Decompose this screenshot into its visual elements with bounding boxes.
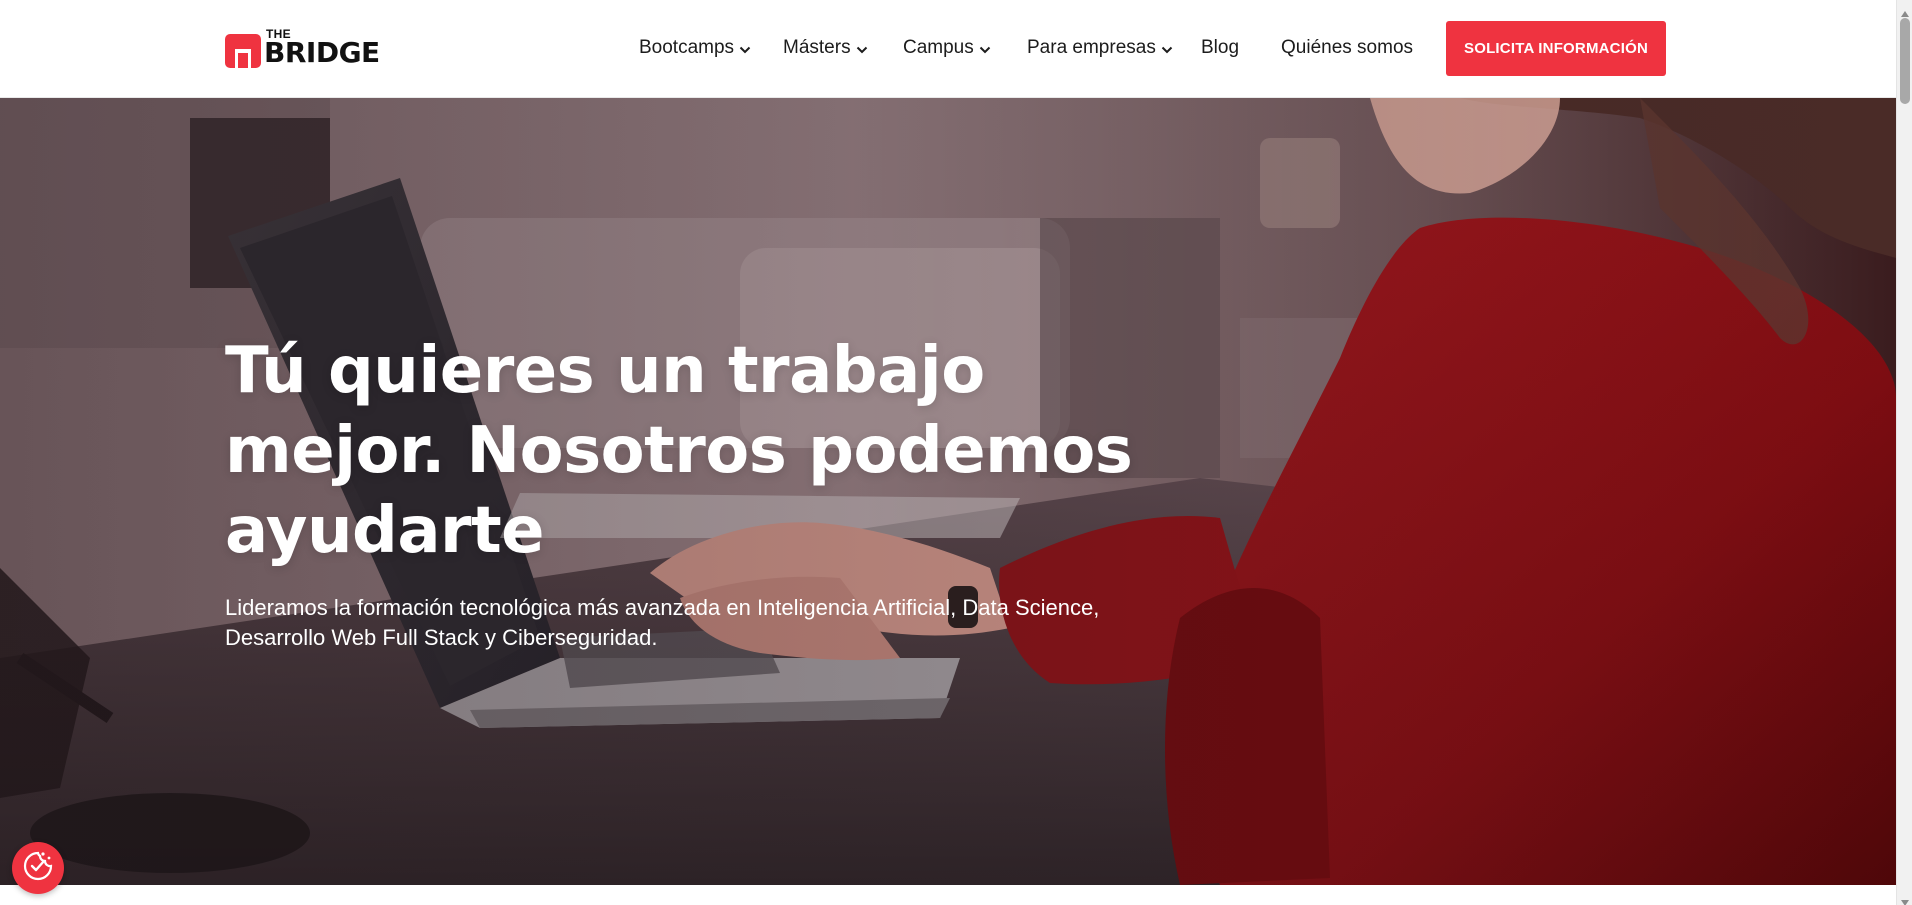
chevron-down-icon bbox=[1161, 38, 1173, 60]
nav-masters-label: Másters bbox=[783, 37, 851, 58]
nav-bootcamps-label: Bootcamps bbox=[639, 37, 735, 58]
hero-title-line: mejor. Nosotros podemos bbox=[225, 414, 1133, 488]
scrollbar-thumb[interactable] bbox=[1900, 18, 1910, 104]
chevron-down-icon bbox=[979, 38, 991, 60]
nav-para-empresas[interactable]: Para empresas bbox=[1027, 36, 1173, 60]
nav-campus[interactable]: Campus bbox=[903, 36, 991, 60]
nav-para-empresas-label: Para empresas bbox=[1027, 37, 1156, 58]
hero-section: Tú quieres un trabajo mejor. Nosotros po… bbox=[0, 98, 1896, 885]
nav-masters[interactable]: Másters bbox=[783, 36, 868, 60]
solicita-informacion-button[interactable]: SOLICITA INFORMACIÓN bbox=[1446, 21, 1666, 76]
scroll-down-arrow-icon[interactable] bbox=[1901, 893, 1909, 905]
hero-title-line: Tú quieres un trabajo bbox=[225, 334, 985, 408]
nav-blog-label: Blog bbox=[1201, 37, 1240, 58]
hero-subtitle-line: Lideramos la formación tecnológica más a… bbox=[225, 595, 1100, 620]
page-scrollbar[interactable] bbox=[1896, 0, 1912, 905]
nav-quienes-somos[interactable]: Quiénes somos bbox=[1281, 36, 1413, 60]
hero-title-line: ayudarte bbox=[225, 494, 545, 568]
hero-subtitle-line: Desarrollo Web Full Stack y Cibersegurid… bbox=[225, 625, 658, 650]
cookie-consent-button[interactable] bbox=[12, 842, 64, 894]
nav-blog[interactable]: Blog bbox=[1201, 36, 1239, 60]
logo-bridge-text: BRIDGE bbox=[264, 36, 380, 69]
chevron-down-icon bbox=[856, 38, 868, 60]
nav-campus-label: Campus bbox=[903, 37, 974, 58]
nav-bootcamps[interactable]: Bootcamps bbox=[639, 36, 751, 60]
nav-quienes-somos-label: Quiénes somos bbox=[1281, 37, 1414, 58]
bridge-logo-mark-icon bbox=[225, 32, 261, 68]
cookie-consent-icon bbox=[22, 850, 54, 887]
site-header: THE BRIDGE Bootcamps Másters Campus Para… bbox=[0, 0, 1896, 98]
hero-subtitle: Lideramos la formación tecnológica más a… bbox=[225, 593, 1155, 653]
the-bridge-logo[interactable]: THE BRIDGE bbox=[225, 28, 385, 68]
logo-wordmark: THE BRIDGE bbox=[264, 28, 384, 68]
hero-title: Tú quieres un trabajo mejor. Nosotros po… bbox=[225, 331, 1185, 571]
chevron-down-icon bbox=[739, 38, 751, 60]
